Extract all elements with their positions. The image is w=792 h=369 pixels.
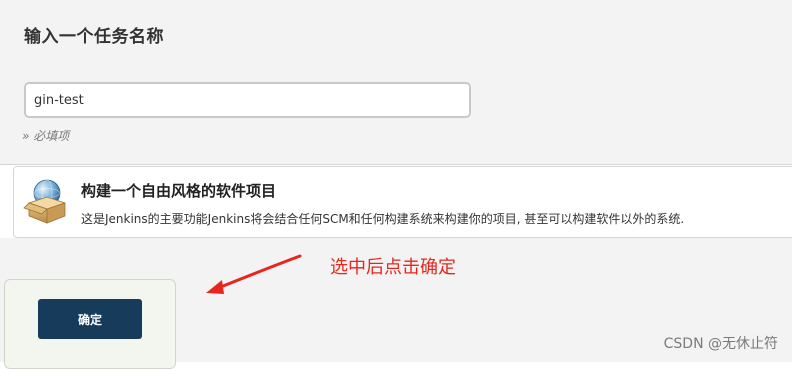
ok-button[interactable]: 确定 (38, 299, 142, 339)
annotation-text: 选中后点击确定 (330, 257, 456, 278)
project-type-title: 构建一个自由风格的软件项目 (81, 182, 277, 200)
project-type-freestyle[interactable]: 构建一个自由风格的软件项目 这是Jenkins的主要功能Jenkins将会结合任… (13, 166, 792, 238)
page-title: 输入一个任务名称 (24, 27, 164, 47)
project-type-description: 这是Jenkins的主要功能Jenkins将会结合任何SCM和任何构建系统来构建… (81, 212, 685, 226)
watermark: CSDN @无休止符 (663, 336, 778, 352)
freestyle-project-icon (23, 179, 67, 224)
item-name-input[interactable] (24, 82, 471, 118)
required-hint: » 必填项 (22, 129, 70, 143)
annotation-arrow-icon (206, 254, 302, 294)
section-divider (0, 164, 792, 165)
